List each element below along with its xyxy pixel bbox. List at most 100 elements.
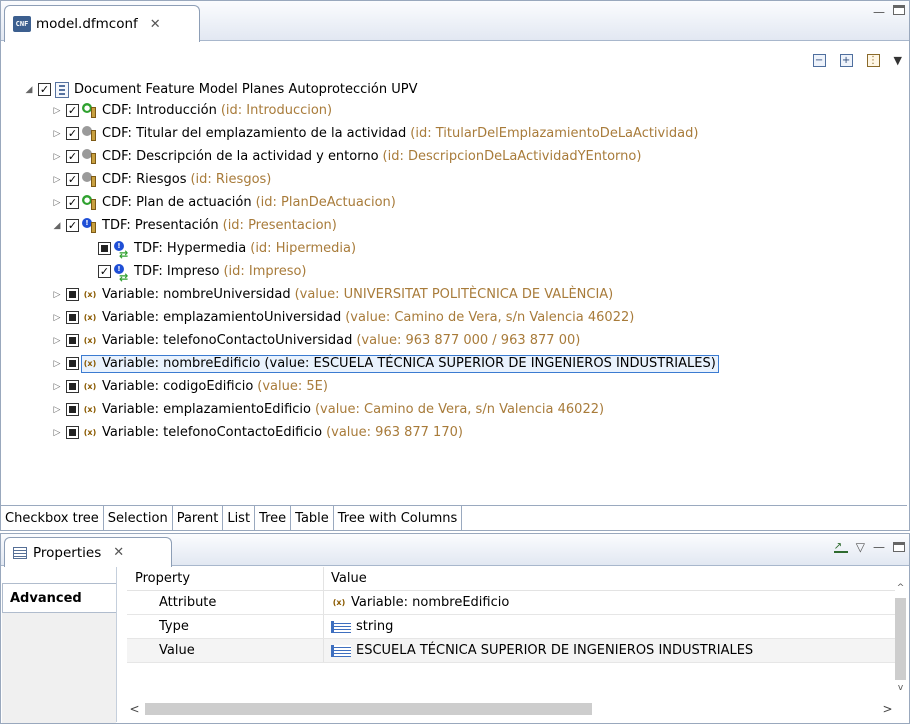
tree-row[interactable]: ▷ (x) Variable: emplazamientoUniversidad… [49,307,635,328]
editor-tab-model[interactable]: CNF model.dfmconf ✕ [4,5,200,42]
properties-tab[interactable]: Properties ✕ [4,537,172,567]
variable-icon: (x) [83,290,97,299]
feature-blue-icon: ! [82,217,98,234]
tree-row[interactable]: ! ⇄ TDF: Hypermedia (id: Hipermedia) [97,238,356,261]
horizontal-scrollbar[interactable]: < > [127,700,895,717]
table-row[interactable]: Attribute (x) Variable: nombreEdificio [127,591,895,615]
tree-row-id: (id: PlanDeActuacion) [255,195,396,210]
tree-row-label: TDF: Presentación [102,218,219,233]
checkbox[interactable]: ✓ [66,127,79,140]
checkbox[interactable]: ✓ [66,173,79,186]
tab-table[interactable]: Table [291,506,334,530]
tab-selection[interactable]: Selection [103,506,173,530]
variable-icon: (x) [83,336,97,345]
minimize-icon[interactable]: — [873,5,885,19]
tree-row-label: TDF: Impreso [134,264,220,279]
checkbox-partial[interactable] [66,334,79,347]
tree-row-value: (value: 963 877 170) [326,425,463,440]
tree-row[interactable]: ▷ ✓ CDF: Riesgos (id: Riesgos) [49,169,271,190]
tab-checkbox-tree[interactable]: Checkbox tree [1,506,104,530]
expand-twisty-icon[interactable]: ▷ [49,195,65,211]
checkbox-partial[interactable] [66,311,79,324]
tree-row[interactable]: ▷ ✓ CDF: Descripción de la actividad y e… [49,146,641,167]
tree-row-selected[interactable]: ▷ (x) Variable: nombreEdificio (value: E… [49,353,719,374]
tree-row[interactable]: ▷ (x) Variable: nombreUniversidad (value… [49,284,614,305]
checkbox[interactable]: ✓ [38,83,51,96]
collapse-twisty-icon[interactable]: ◢ [21,82,37,98]
pin-icon[interactable]: ↗ [833,541,848,553]
properties-side-tabs: Advanced [2,567,117,723]
column-header-property[interactable]: Property [127,567,324,590]
expand-twisty-icon[interactable]: ▷ [49,149,65,165]
table-row[interactable]: Value ESCUELA TÉCNICA SUPERIOR DE INGENI… [127,639,895,663]
property-value: string [356,619,394,634]
tree-root-row[interactable]: ◢ ✓ Document Feature Model Planes Autopr… [21,79,417,100]
close-icon[interactable]: ✕ [113,545,124,560]
expand-twisty-icon[interactable]: ▷ [49,287,65,303]
tab-list[interactable]: List [223,506,256,530]
tree-row-id: (id: Presentacion) [222,218,337,233]
tree-row[interactable]: ▷ ✓ CDF: Titular del emplazamiento de la… [49,123,698,144]
checkbox-partial[interactable] [66,426,79,439]
tree-row[interactable]: ▷ (x) Variable: telefonoContactoUniversi… [49,330,581,351]
checkbox[interactable]: ✓ [66,150,79,163]
expand-all-icon[interactable]: + [839,54,853,67]
property-value: Variable: nombreEdificio [351,595,510,610]
editor-window-controls: — [873,5,905,19]
properties-icon [13,546,27,559]
scroll-thumb[interactable] [145,703,592,715]
expand-twisty-icon[interactable]: ▷ [49,310,65,326]
expand-twisty-icon[interactable]: ▷ [49,333,65,349]
tree-row[interactable]: ✓ ! ⇄ TDF: Impreso (id: Impreso) [97,261,307,284]
checkbox[interactable]: ✓ [98,265,111,278]
tab-tree-with-columns[interactable]: Tree with Columns [333,506,463,530]
checkbox-partial[interactable] [66,403,79,416]
tree-row[interactable]: ▷ ✓ ● CDF: Plan de actuación (id: PlanDe… [49,192,396,213]
tree-row[interactable]: ▷ (x) Variable: telefonoContactoEdificio… [49,422,463,443]
checkbox[interactable]: ✓ [66,219,79,232]
expand-twisty-icon[interactable]: ▷ [49,402,65,418]
vertical-scrollbar[interactable]: ^ v [893,580,908,700]
checkbox[interactable]: ✓ [66,104,79,117]
expand-twisty-icon[interactable]: ▷ [49,172,65,188]
collapse-twisty-icon[interactable]: ◢ [49,218,65,234]
checkbox-partial[interactable] [66,288,79,301]
tree-row[interactable]: ▷ (x) Variable: codigoEdificio (value: 5… [49,376,328,397]
scroll-left-icon[interactable]: < [127,702,142,716]
maximize-icon[interactable] [893,5,905,15]
scroll-down-icon[interactable]: v [893,680,908,695]
scroll-thumb[interactable] [895,598,906,680]
tree-layout-icon[interactable]: ⋮ [866,54,880,67]
tree-row[interactable]: ▷ ✓ ● CDF: Introducción (id: Introduccio… [49,100,332,121]
expand-twisty-icon[interactable]: ▷ [49,356,65,372]
tab-parent[interactable]: Parent [172,506,224,530]
view-menu-icon[interactable]: ▽ [856,540,865,554]
scroll-right-icon[interactable]: > [880,702,895,716]
editor-toolbar: − + ⋮ ▼ [2,42,908,76]
variable-icon: (x) [83,428,97,437]
collapse-all-icon[interactable]: − [812,54,826,67]
expand-twisty-icon[interactable]: ▷ [49,425,65,441]
table-row[interactable]: Type string [127,615,895,639]
scroll-up-icon[interactable]: ^ [893,580,908,595]
tab-advanced[interactable]: Advanced [2,583,116,613]
checkbox-partial[interactable] [98,242,111,255]
view-menu-icon[interactable]: ▼ [894,54,902,67]
maximize-icon[interactable] [893,542,905,552]
column-header-value[interactable]: Value [324,567,895,590]
checkbox-partial[interactable] [66,357,79,370]
feature-model-editor: CNF model.dfmconf ✕ — − + ⋮ ▼ ◢ ✓ Docume… [0,0,910,531]
close-icon[interactable]: ✕ [150,17,161,32]
minimize-icon[interactable]: — [873,540,885,554]
tree-row[interactable]: ◢ ✓ ! TDF: Presentación (id: Presentacio… [49,215,337,236]
variable-icon: (x) [83,359,97,368]
expand-twisty-icon[interactable]: ▷ [49,103,65,119]
tree-row[interactable]: ▷ (x) Variable: emplazamientoEdificio (v… [49,399,605,420]
tab-tree[interactable]: Tree [255,506,292,530]
expand-twisty-icon[interactable]: ▷ [49,126,65,142]
tree-row-id: (id: Introduccion) [220,103,333,118]
expand-twisty-icon[interactable]: ▷ [49,379,65,395]
checkbox-partial[interactable] [66,380,79,393]
checkbox[interactable]: ✓ [66,196,79,209]
tree-row-value: (value: UNIVERSITAT POLITÈCNICA DE VALÈN… [294,287,614,302]
